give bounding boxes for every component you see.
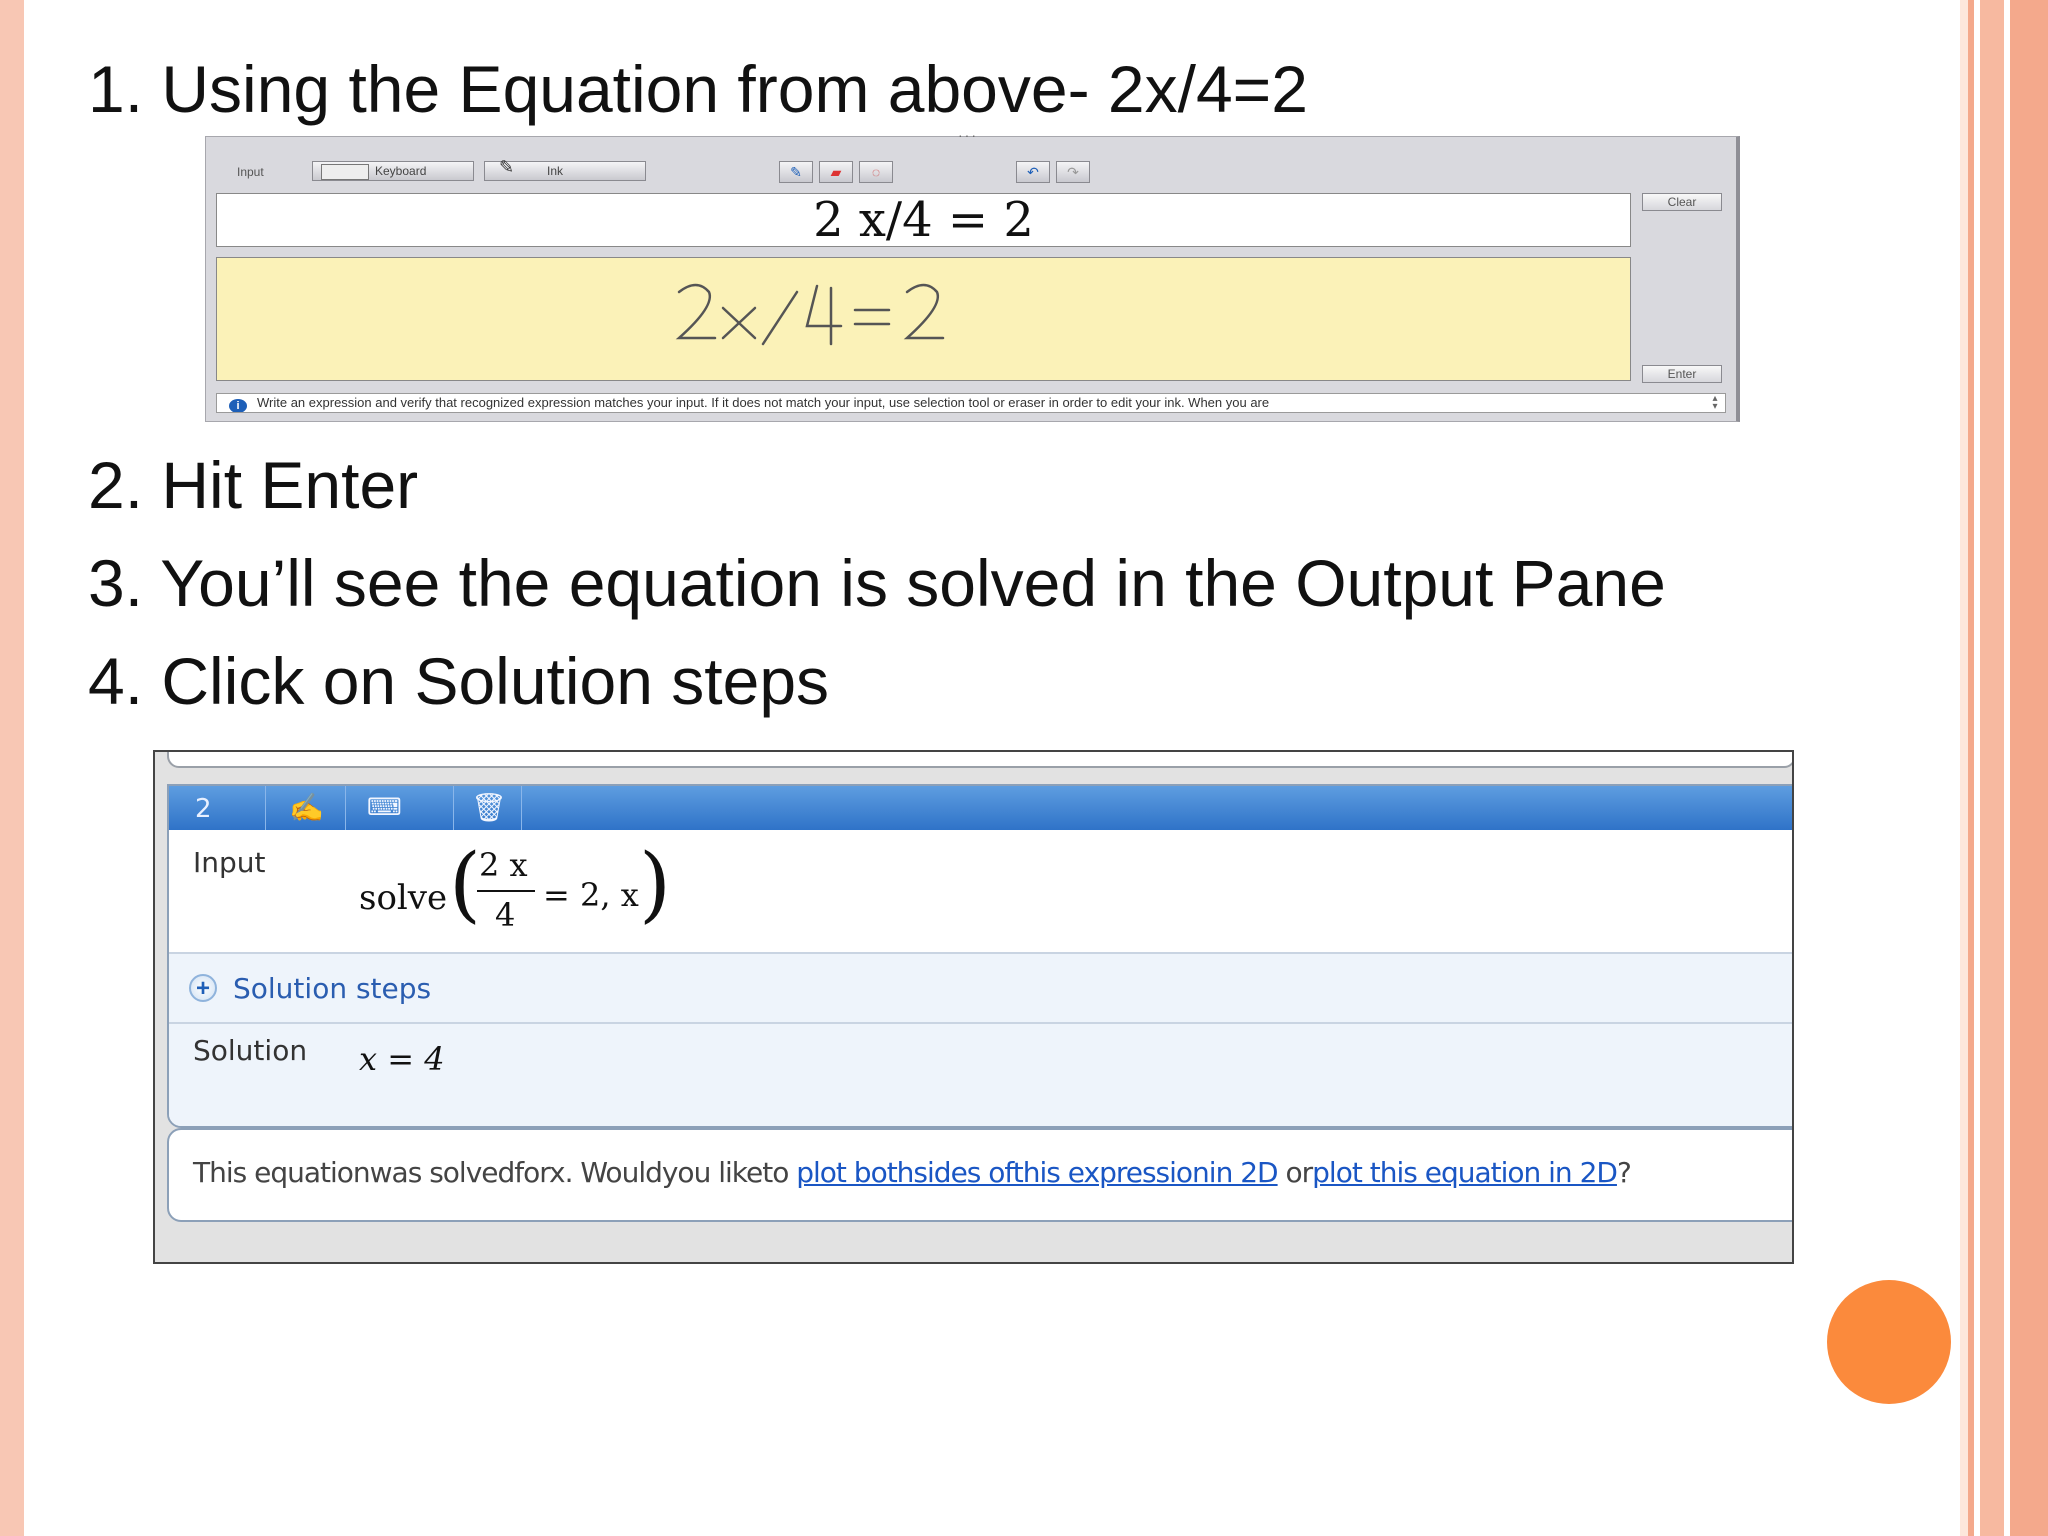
- trash-icon[interactable]: 🗑: [471, 794, 507, 822]
- expand-plus-icon[interactable]: +: [189, 974, 217, 1002]
- pen-icon: ✎: [499, 157, 515, 177]
- solution-steps-link[interactable]: Solution steps: [233, 972, 431, 1005]
- solution-row-label: Solution: [193, 1034, 308, 1067]
- plot-both-sides-link[interactable]: plot bothsides ofthis expressionin 2D: [796, 1156, 1278, 1189]
- left-decorative-stripe: [0, 0, 24, 1536]
- write-tool-icon[interactable]: ✎: [779, 161, 813, 183]
- output-pane: 2 ✍ ⌨ 🗑 Input solve ( 2 x 4 = 2, x ) + S…: [153, 750, 1794, 1264]
- solve-word: solve: [359, 878, 448, 918]
- undo-icon[interactable]: ↶: [1016, 161, 1050, 183]
- keyboard-icon: [321, 164, 369, 180]
- solution-row: Solution x = 4: [169, 1024, 1792, 1126]
- ink-button[interactable]: ✎ Ink: [484, 157, 646, 181]
- right-paren: ): [639, 837, 671, 932]
- input-row-label: Input: [193, 846, 266, 879]
- input-expression: solve ( 2 x 4 = 2, x ): [359, 840, 679, 940]
- keyboard-icon[interactable]: ⌨: [367, 794, 402, 822]
- output-entry-card: 2 ✍ ⌨ 🗑 Input solve ( 2 x 4 = 2, x ) + S…: [167, 784, 1792, 1128]
- status-scroll-icon[interactable]: ▴ ▾: [1707, 394, 1723, 412]
- divider: [521, 786, 522, 830]
- solution-steps-row[interactable]: + Solution steps: [169, 954, 1792, 1024]
- divider: [265, 786, 266, 830]
- recognized-expression: 2 x/4 = 2: [216, 193, 1631, 247]
- enter-button[interactable]: Enter: [1642, 365, 1722, 383]
- grip-handle[interactable]: ···: [958, 127, 978, 143]
- message-middle: or: [1277, 1156, 1314, 1189]
- orange-circle-decoration: [1827, 1280, 1951, 1404]
- plot-equation-link[interactable]: plot this equation in 2D: [1312, 1156, 1618, 1189]
- fraction-bar: [477, 890, 535, 892]
- keyboard-button[interactable]: Keyboard: [312, 161, 474, 181]
- divider: [453, 786, 454, 830]
- handwriting-ink-area[interactable]: [216, 257, 1631, 381]
- step-4-text: 4. Click on Solution steps: [88, 644, 830, 718]
- clear-button[interactable]: Clear: [1642, 193, 1722, 211]
- step-2-text: 2. Hit Enter: [88, 448, 419, 522]
- input-toolbar: Input Keyboard ✎ Ink ✎ ▰ ◌ ↶ ↷: [216, 157, 1726, 183]
- step-1-text: 1. Using the Equation from above- 2x/4=2: [88, 52, 1308, 126]
- status-bar: i Write an expression and verify that rec…: [216, 393, 1726, 413]
- message-prefix: This equationwas solvedforx. Wouldyou li…: [193, 1156, 797, 1189]
- entry-header: 2 ✍ ⌨ 🗑: [169, 786, 1792, 830]
- info-icon: i: [229, 399, 247, 412]
- math-input-panel: ··· Input Keyboard ✎ Ink ✎ ▰ ◌ ↶ ↷ 2 x/4…: [205, 127, 1740, 422]
- message-suffix: ?: [1616, 1156, 1632, 1189]
- redo-icon[interactable]: ↷: [1056, 161, 1090, 183]
- suggestion-message: This equationwas solvedforx. Wouldyou li…: [167, 1128, 1792, 1222]
- edit-icon[interactable]: ✍: [289, 794, 324, 822]
- entry-number: 2: [195, 794, 212, 824]
- eraser-icon[interactable]: ▰: [819, 161, 853, 183]
- handwritten-expression: [675, 283, 945, 346]
- previous-entry-card: [167, 752, 1792, 768]
- right-decorative-stripes: [1960, 0, 2048, 1536]
- fraction-denominator: 4: [495, 896, 516, 934]
- input-row: Input solve ( 2 x 4 = 2, x ): [169, 830, 1792, 954]
- solution-value: x = 4: [359, 1040, 445, 1078]
- input-label: Input: [237, 165, 264, 179]
- equation-rhs: = 2, x: [543, 876, 639, 914]
- divider: [345, 786, 346, 830]
- left-paren: (: [449, 837, 481, 932]
- select-lasso-icon[interactable]: ◌: [859, 161, 893, 183]
- step-3-text: 3. You’ll see the equation is solved in …: [88, 546, 1666, 620]
- fraction-numerator: 2 x: [479, 846, 528, 884]
